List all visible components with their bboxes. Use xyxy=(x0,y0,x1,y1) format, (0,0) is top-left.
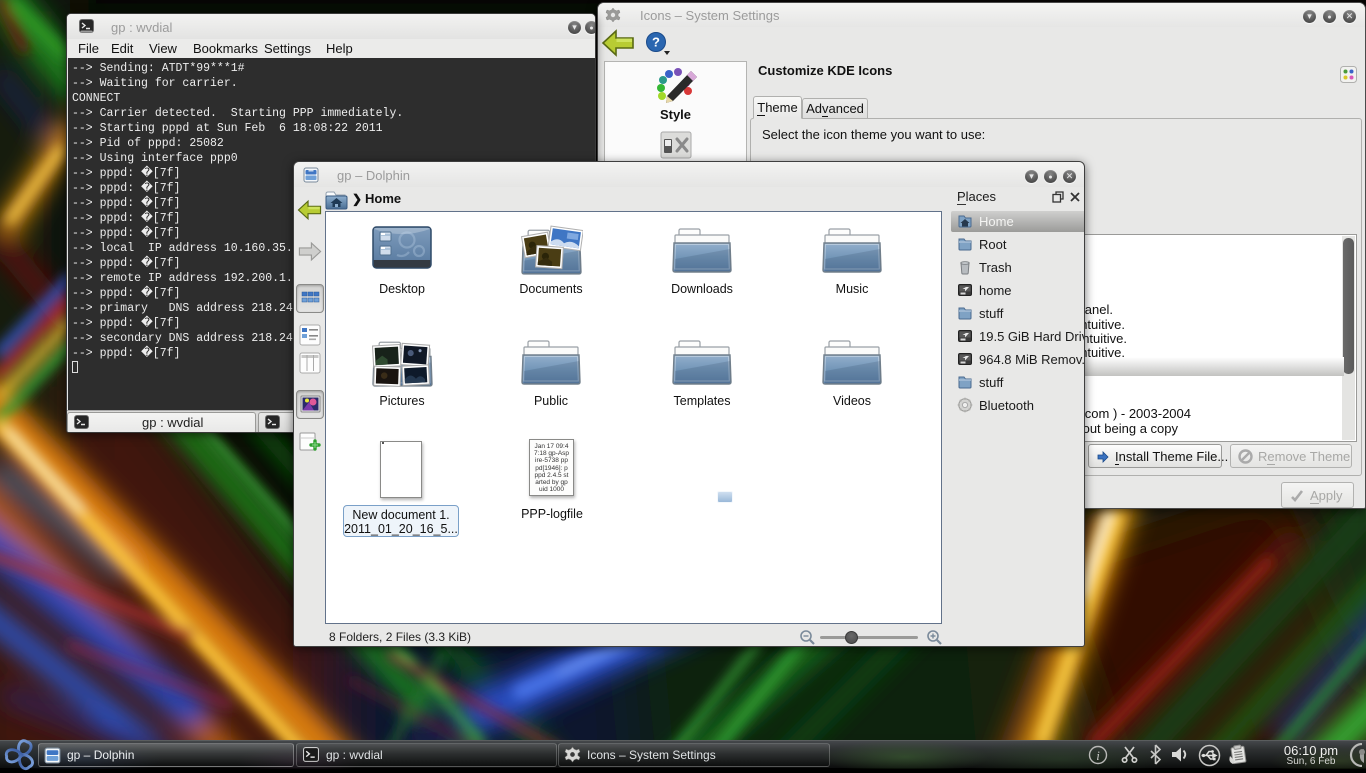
svg-text:?: ? xyxy=(652,35,660,50)
svg-text:i: i xyxy=(1096,748,1100,763)
